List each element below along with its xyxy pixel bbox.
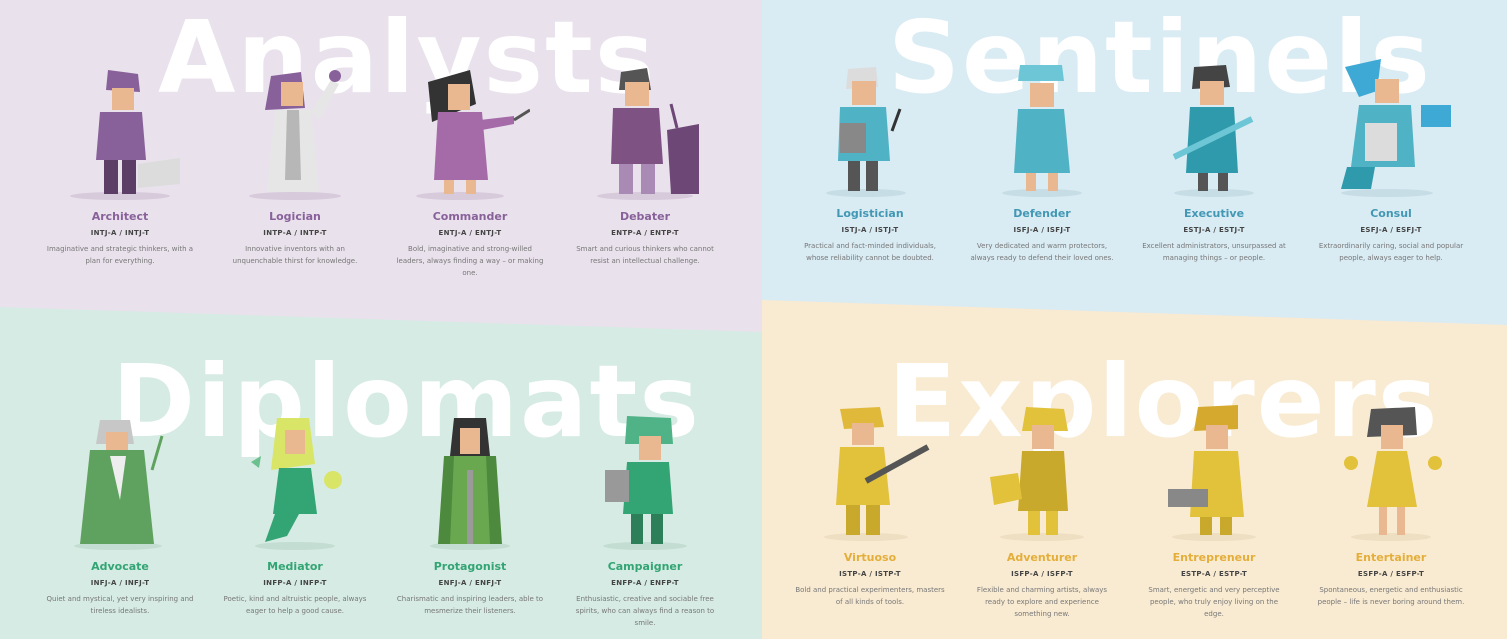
- type-code: INFJ-A / INFJ-T: [90, 579, 150, 587]
- type-name[interactable]: Debater: [560, 210, 730, 223]
- type-description: Practical and fact-minded individuals, w…: [804, 242, 936, 262]
- type-description: Flexible and charming artists, always re…: [976, 586, 1108, 618]
- type-description: Very dedicated and warm protectors, alwa…: [970, 242, 1114, 262]
- type-name[interactable]: Virtuoso: [785, 551, 955, 564]
- type-card-defender[interactable]: Defender ISFJ-A / ISFJ-T Very dedicated …: [957, 57, 1127, 264]
- type-name[interactable]: Commander: [385, 210, 555, 223]
- type-description: Bold and practical experimenters, master…: [795, 586, 945, 606]
- type-code: ESTP-A / ESTP-T: [1180, 570, 1248, 578]
- architect-figure-icon: [70, 70, 180, 200]
- type-card-commander[interactable]: Commander ENTJ-A / ENTJ-T Bold, imaginat…: [385, 60, 555, 279]
- type-name[interactable]: Entertainer: [1306, 551, 1476, 564]
- type-card-entrepreneur[interactable]: Entrepreneur ESTP-A / ESTP-T Smart, ener…: [1129, 401, 1299, 620]
- entrepreneur-figure-icon: [1168, 405, 1256, 541]
- type-name[interactable]: Logician: [210, 210, 380, 223]
- entertainer-figure-icon: [1344, 407, 1442, 541]
- type-card-virtuoso[interactable]: Virtuoso ISTP-A / ISTP-T Bold and practi…: [785, 401, 955, 608]
- executive-figure-icon: [1172, 65, 1254, 197]
- type-description: Charismatic and inspiring leaders, able …: [396, 595, 544, 615]
- type-card-entertainer[interactable]: Entertainer ESFP-A / ESFP-T Spontaneous,…: [1306, 401, 1476, 608]
- type-description: Imaginative and strategic thinkers, with…: [46, 245, 194, 265]
- type-name[interactable]: Advocate: [35, 560, 205, 573]
- campaigner-figure-icon: [603, 416, 687, 550]
- logician-figure-icon: [249, 70, 341, 200]
- type-code: ISTJ-A / ISTJ-T: [841, 226, 899, 234]
- type-card-protagonist[interactable]: Protagonist ENFJ-A / ENFJ-T Charismatic …: [385, 410, 555, 617]
- type-name[interactable]: Architect: [35, 210, 205, 223]
- debater-figure-icon: [597, 68, 699, 200]
- type-code: INFP-A / INFP-T: [263, 579, 327, 587]
- logistician-figure-icon: [826, 67, 906, 197]
- type-code: ENFP-A / ENFP-T: [611, 579, 679, 587]
- type-description: Enthusiastic, creative and sociable free…: [575, 595, 715, 627]
- type-code: ENTJ-A / ENTJ-T: [438, 229, 502, 237]
- type-name[interactable]: Executive: [1129, 207, 1299, 220]
- type-card-consul[interactable]: Consul ESFJ-A / ESFJ-T Extraordinarily c…: [1306, 57, 1476, 264]
- type-code: ISFJ-A / ISFJ-T: [1013, 226, 1071, 234]
- type-description: Quiet and mystical, yet very inspiring a…: [46, 595, 194, 615]
- type-card-debater[interactable]: Debater ENTP-A / ENTP-T Smart and curiou…: [560, 60, 730, 267]
- type-name[interactable]: Adventurer: [957, 551, 1127, 564]
- type-name[interactable]: Logistician: [785, 207, 955, 220]
- type-card-advocate[interactable]: Advocate INFJ-A / INFJ-T Quiet and mysti…: [35, 410, 205, 617]
- type-description: Extraordinarily caring, social and popul…: [1318, 242, 1464, 262]
- type-card-logistician[interactable]: Logistician ISTJ-A / ISTJ-T Practical an…: [785, 57, 955, 264]
- defender-figure-icon: [1002, 65, 1082, 197]
- type-name[interactable]: Defender: [957, 207, 1127, 220]
- type-description: Excellent administrators, unsurpassed at…: [1142, 242, 1286, 262]
- type-card-campaigner[interactable]: Campaigner ENFP-A / ENFP-T Enthusiastic,…: [560, 410, 730, 629]
- type-name[interactable]: Mediator: [210, 560, 380, 573]
- type-code: INTJ-A / INTJ-T: [90, 229, 150, 237]
- type-code: ISFP-A / ISFP-T: [1011, 570, 1073, 578]
- type-description: Innovative inventors with an unquenchabl…: [232, 245, 358, 265]
- type-card-executive[interactable]: Executive ESTJ-A / ESTJ-T Excellent admi…: [1129, 57, 1299, 264]
- type-code: ISTP-A / ISTP-T: [839, 570, 901, 578]
- type-name[interactable]: Protagonist: [385, 560, 555, 573]
- type-description: Poetic, kind and altruistic people, alwa…: [223, 595, 367, 615]
- type-code: ESTJ-A / ESTJ-T: [1183, 226, 1245, 234]
- virtuoso-figure-icon: [824, 407, 930, 541]
- adventurer-figure-icon: [990, 407, 1084, 541]
- type-code: ENTP-A / ENTP-T: [611, 229, 679, 237]
- mediator-figure-icon: [251, 418, 342, 550]
- type-description: Smart and curious thinkers who cannot re…: [576, 245, 714, 265]
- type-description: Bold, imaginative and strong-willed lead…: [396, 245, 544, 277]
- type-name[interactable]: Consul: [1306, 207, 1476, 220]
- type-code: INTP-A / INTP-T: [263, 229, 327, 237]
- type-card-logician[interactable]: Logician INTP-A / INTP-T Innovative inve…: [210, 60, 380, 267]
- advocate-figure-icon: [74, 420, 164, 550]
- type-description: Smart, energetic and very perceptive peo…: [1148, 586, 1280, 618]
- type-name[interactable]: Campaigner: [560, 560, 730, 573]
- protagonist-figure-icon: [430, 418, 510, 550]
- type-code: ENFJ-A / ENFJ-T: [438, 579, 502, 587]
- type-card-architect[interactable]: Architect INTJ-A / INTJ-T Imaginative an…: [35, 60, 205, 267]
- type-description: Spontaneous, energetic and enthusiastic …: [1317, 586, 1465, 606]
- type-card-adventurer[interactable]: Adventurer ISFP-A / ISFP-T Flexible and …: [957, 401, 1127, 620]
- type-card-mediator[interactable]: Mediator INFP-A / INFP-T Poetic, kind an…: [210, 410, 380, 617]
- type-code: ESFP-A / ESFP-T: [1357, 570, 1425, 578]
- commander-figure-icon: [416, 70, 530, 200]
- type-code: ESFJ-A / ESFJ-T: [1360, 226, 1422, 234]
- type-name[interactable]: Entrepreneur: [1129, 551, 1299, 564]
- consul-figure-icon: [1341, 59, 1451, 197]
